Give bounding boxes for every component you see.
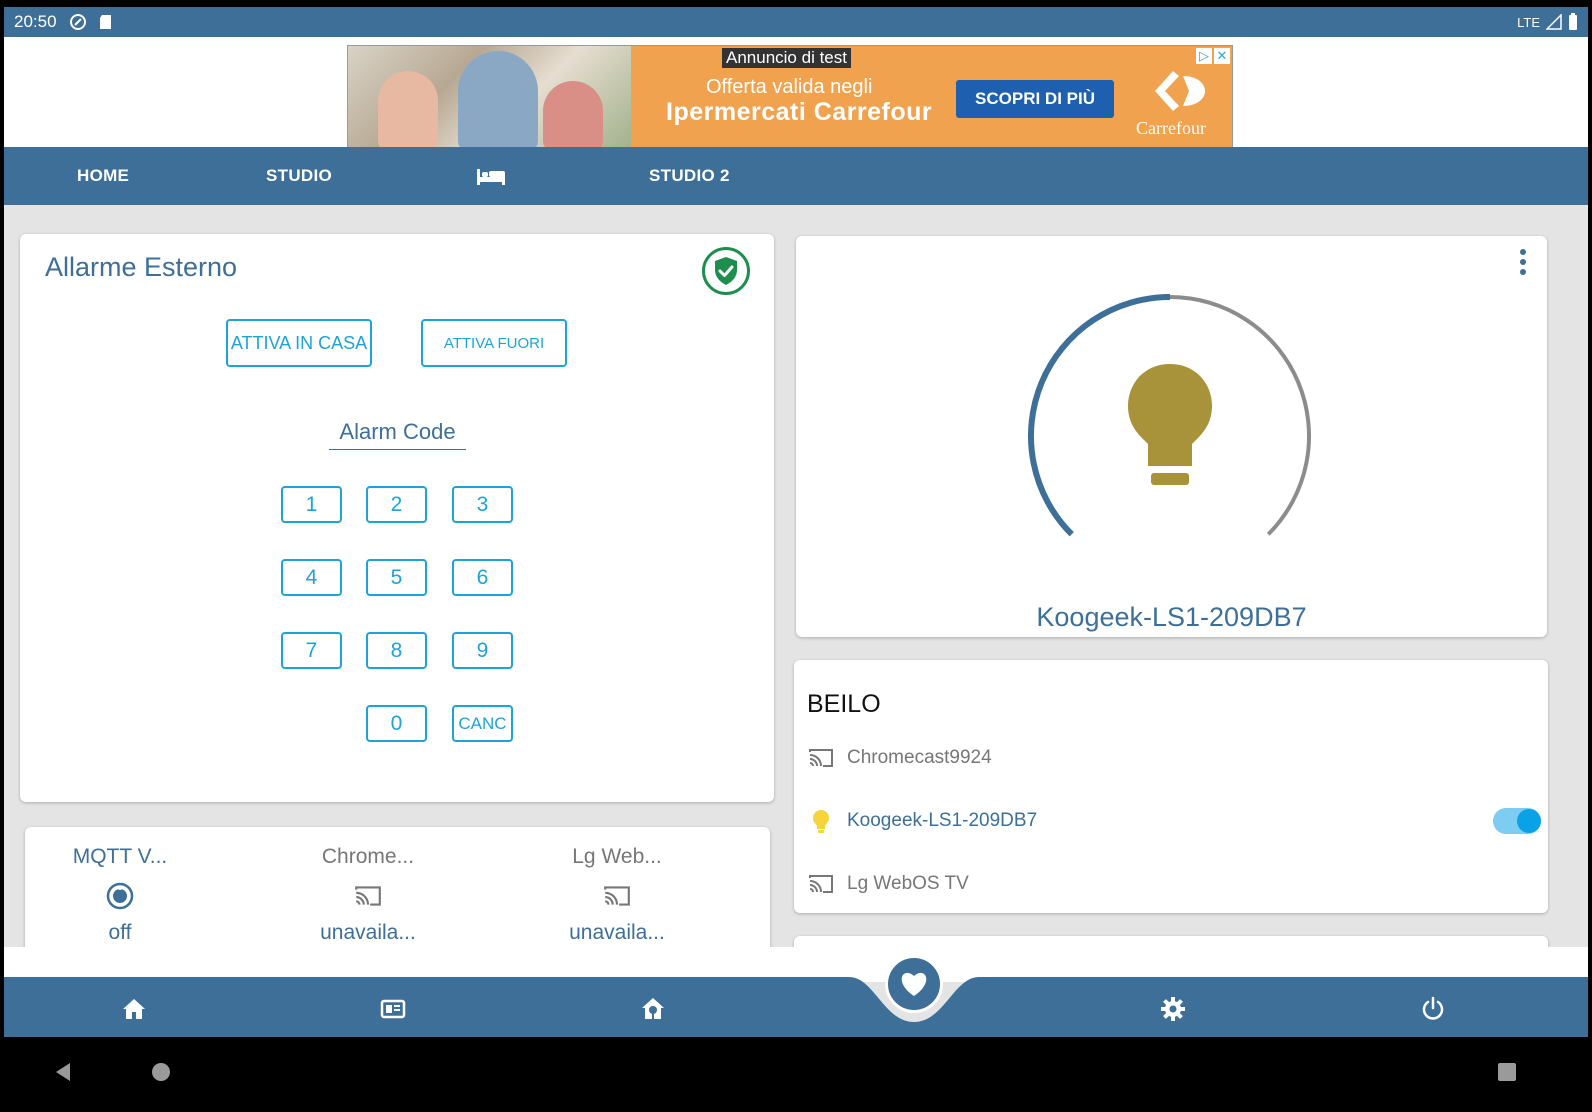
glance-item-chromecast[interactable]: Chrome... unavaila... <box>258 827 478 957</box>
ad-container: Annuncio di test Offerta valida negli Ip… <box>4 37 1588 154</box>
arm-away-button[interactable]: ATTIVA FUORI <box>421 319 567 367</box>
keypad-key-1[interactable]: 1 <box>281 486 342 523</box>
card-title: BEILO <box>807 690 881 718</box>
keypad-key-8[interactable]: 8 <box>366 632 427 669</box>
bottom-nav-bar <box>4 977 1588 1037</box>
shield-check-icon[interactable] <box>701 246 751 296</box>
keypad-clear-button[interactable]: CANC <box>452 705 513 742</box>
glance-item-mqtt-vacuum[interactable]: MQTT V... off <box>10 827 230 957</box>
glance-item-lg-tv[interactable]: Lg Web... unavaila... <box>507 827 727 957</box>
alarm-panel-card: Allarme Esterno ATTIVA IN CASA ATTIVA FU… <box>20 234 774 802</box>
brightness-dial[interactable] <box>1010 286 1330 566</box>
sync-icon <box>69 14 86 30</box>
cast-icon <box>809 749 833 767</box>
ad-choices-icon[interactable]: ▷ <box>1196 48 1212 64</box>
light-toggle[interactable] <box>1493 808 1541 834</box>
entity-name: Lg WebOS TV <box>847 873 969 894</box>
entity-name: Koogeek-LS1-209DB7 <box>847 810 1038 831</box>
cast-icon <box>355 886 381 906</box>
keypad-key-6[interactable]: 6 <box>452 559 513 596</box>
sd-card-icon <box>99 15 111 29</box>
tab-studio-2[interactable]: STUDIO 2 <box>649 147 730 205</box>
bed-icon <box>477 169 505 185</box>
ad-close-icon[interactable]: ✕ <box>1214 48 1230 64</box>
signal-icon <box>1546 14 1562 30</box>
back-icon[interactable] <box>52 1061 74 1083</box>
ad-cta-button[interactable]: SCOPRI DI PIÙ <box>956 80 1114 118</box>
tab-studio[interactable]: STUDIO <box>266 147 332 205</box>
ad-photo-child <box>543 81 603 151</box>
carrefour-logo-icon <box>1155 71 1205 111</box>
beilo-entities-card: BEILO Chromecast9924 Koogeek-LS1-209DB7 … <box>794 660 1548 913</box>
keypad-key-2[interactable]: 2 <box>366 486 427 523</box>
keypad-key-0[interactable]: 0 <box>366 705 427 742</box>
keypad-key-5[interactable]: 5 <box>366 559 427 596</box>
alarm-code-field[interactable]: Alarm Code <box>329 419 466 450</box>
ad-controls: ▷ ✕ <box>1196 48 1230 64</box>
heart-icon <box>901 972 927 996</box>
home-flower-icon[interactable] <box>639 995 667 1023</box>
entity-row-lg-tv[interactable]: Lg WebOS TV <box>807 868 969 900</box>
favorites-button[interactable] <box>885 955 943 1013</box>
glance-card: MQTT V... off Chrome... unavaila... Lg W… <box>25 827 770 967</box>
entity-row-chromecast[interactable]: Chromecast9924 <box>807 742 992 774</box>
tab-home[interactable]: HOME <box>77 147 129 205</box>
android-nav-bar <box>4 1037 1588 1112</box>
ad-banner[interactable]: Annuncio di test Offerta valida negli Ip… <box>347 45 1233 153</box>
gear-icon[interactable] <box>1159 995 1187 1023</box>
status-right: LTE <box>1517 13 1578 31</box>
glance-state: unavaila... <box>320 921 416 944</box>
keypad-key-9[interactable]: 9 <box>452 632 513 669</box>
vacuum-icon <box>106 882 134 910</box>
toggle-knob <box>1517 809 1541 833</box>
cast-icon <box>809 875 833 893</box>
app-screen: 20:50 LTE Annuncio di test Offerta valid… <box>4 7 1588 1112</box>
lightbulb-icon <box>1128 364 1212 485</box>
light-name[interactable]: Koogeek-LS1-209DB7 <box>796 602 1547 633</box>
tab-bedroom[interactable] <box>476 147 506 205</box>
more-vert-icon[interactable] <box>1519 248 1527 276</box>
arm-home-button[interactable]: ATTIVA IN CASA <box>226 319 372 367</box>
glance-name: Chrome... <box>321 845 415 868</box>
status-bar: 20:50 LTE <box>4 7 1588 37</box>
dashboard-icon[interactable] <box>379 995 407 1023</box>
entity-name: Chromecast9924 <box>847 747 992 768</box>
lightbulb-icon <box>813 810 829 833</box>
ad-test-tag: Annuncio di test <box>722 48 851 68</box>
alarm-title: Allarme Esterno <box>45 252 238 282</box>
view-tab-bar: HOME STUDIO STUDIO 2 <box>4 147 1588 205</box>
battery-icon <box>1569 13 1577 30</box>
glance-name: Lg Web... <box>572 845 662 868</box>
power-icon[interactable] <box>1419 995 1447 1023</box>
glance-state: unavaila... <box>569 921 665 944</box>
ad-photo-adult <box>458 51 538 151</box>
entity-row-koogeek[interactable]: Koogeek-LS1-209DB7 <box>807 805 1544 837</box>
home-circle-icon[interactable] <box>150 1061 172 1083</box>
home-icon[interactable] <box>120 995 148 1023</box>
status-time: 20:50 <box>14 12 57 31</box>
ad-text-line1: Offerta valida negli <box>706 76 873 98</box>
keypad-key-7[interactable]: 7 <box>281 632 342 669</box>
recents-icon[interactable] <box>1496 1061 1518 1083</box>
ad-photo <box>348 46 631 152</box>
keypad-key-4[interactable]: 4 <box>281 559 342 596</box>
cast-icon <box>604 886 630 906</box>
glance-state: off <box>108 921 132 944</box>
network-label: LTE <box>1517 14 1540 30</box>
ad-photo-child <box>378 71 438 151</box>
glance-name: MQTT V... <box>72 845 168 868</box>
ad-text-line2: Ipermercati Carrefour <box>666 98 933 126</box>
keypad-key-3[interactable]: 3 <box>452 486 513 523</box>
light-card: Koogeek-LS1-209DB7 <box>796 236 1547 637</box>
ad-brand: Carrefour <box>1136 118 1206 138</box>
